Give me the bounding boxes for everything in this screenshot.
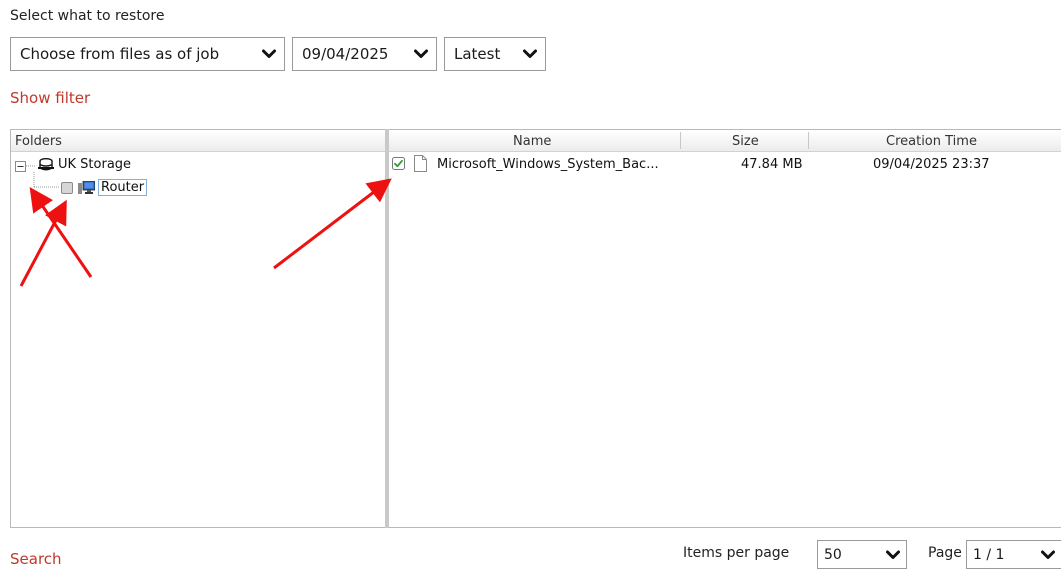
arrow-to-collapse-toggle — [29, 187, 93, 278]
annotation-arrows — [19, 178, 392, 287]
chevron-down-icon — [1041, 550, 1055, 560]
arrow-to-router-checkbox — [19, 199, 67, 287]
page-value: 1 / 1 — [973, 546, 1005, 563]
chevron-down-icon — [886, 550, 900, 560]
items-per-page-select[interactable]: 50 — [817, 540, 907, 569]
items-per-page-value: 50 — [824, 546, 842, 563]
arrow-to-file-checkbox — [273, 178, 392, 270]
page-select[interactable]: 1 / 1 — [966, 540, 1061, 569]
page-label: Page — [928, 545, 962, 561]
search-link[interactable]: Search — [10, 550, 62, 568]
items-per-page-label: Items per page — [683, 545, 790, 561]
